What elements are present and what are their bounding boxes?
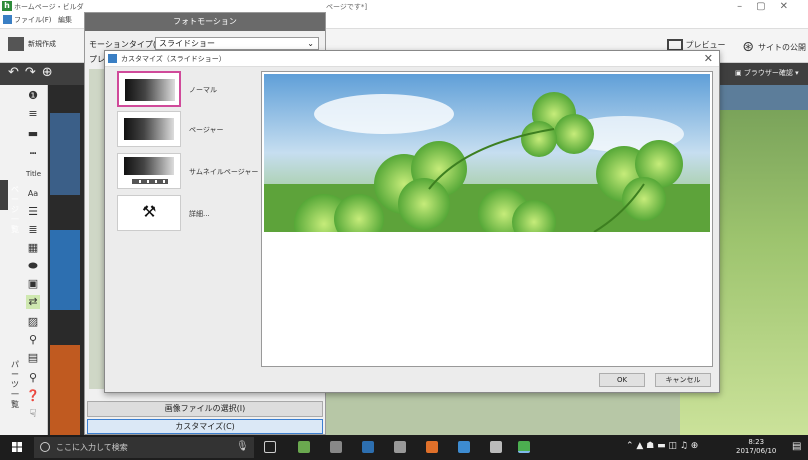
parts-list-label[interactable]: パーツ一覧 <box>9 360 21 410</box>
option-thumbnail-pager-label: サムネイルページャー <box>189 168 259 176</box>
wrench-icon: ⚒ <box>142 202 157 221</box>
app-title: ホームページ・ビルダ <box>14 3 84 11</box>
preview-strip <box>89 69 105 389</box>
browser-check-button[interactable]: ▣ ブラウザー確認 ▾ <box>735 68 799 78</box>
clock[interactable]: 8:23 2017/06/10 <box>736 438 776 456</box>
thumbnail[interactable] <box>50 230 80 310</box>
app-icon[interactable] <box>426 441 438 453</box>
preview-label: プレ <box>89 55 105 64</box>
chevron-down-icon: ⌄ <box>307 39 314 48</box>
thumbnail[interactable] <box>50 345 80 435</box>
option-normal[interactable]: ノーマル <box>117 71 253 111</box>
app-icon[interactable] <box>298 441 310 453</box>
homepage-builder-taskbar-icon[interactable] <box>518 441 530 453</box>
gallery-icon[interactable]: ▨ <box>26 315 40 329</box>
line-icon[interactable]: ┅ <box>26 147 40 161</box>
customize-button[interactable]: カスタマイズ(C) <box>87 419 323 434</box>
browser-check-label: ブラウザー確認 <box>743 69 793 77</box>
window-controls[interactable]: –▢✕ <box>737 1 802 12</box>
clock-time: 8:23 <box>748 438 765 446</box>
new-page-icon <box>8 37 24 51</box>
info-icon[interactable]: ❶ <box>26 89 40 103</box>
publish-button[interactable]: ⊛ サイトの公開 <box>742 39 806 55</box>
customize-dialog: カスタマイズ（スライドショー） ✕ ノーマル ページャー サムネイルページャー … <box>104 50 720 393</box>
option-details-label: 詳細... <box>189 210 210 218</box>
close-icon[interactable]: ✕ <box>704 52 713 65</box>
option-normal-label: ノーマル <box>189 86 217 94</box>
customize-preview <box>261 71 713 367</box>
menu-edit[interactable]: 編集 <box>58 15 72 25</box>
page-list-tab[interactable] <box>0 180 8 210</box>
page-thumbnails <box>48 85 84 435</box>
paragraph-icon[interactable]: ☰ <box>26 205 40 219</box>
link-icon[interactable]: ⚲ <box>26 333 40 347</box>
menu-file[interactable]: ファイル(F) <box>14 15 52 25</box>
option-pager-label: ページャー <box>189 126 224 134</box>
app-icon[interactable] <box>490 441 502 453</box>
task-view-icon[interactable] <box>264 441 276 453</box>
clock-date: 2017/06/10 <box>736 447 777 455</box>
thumbnail-pager-thumb <box>117 153 181 189</box>
thumbnail[interactable] <box>50 113 80 195</box>
map-icon[interactable]: ⚲ <box>26 371 40 385</box>
option-thumbnail-pager[interactable]: サムネイルページャー <box>117 153 258 193</box>
list-icon[interactable]: ≣ <box>26 223 40 237</box>
undo-redo-zoom-icons[interactable]: ↶↷⊕ <box>8 65 59 80</box>
title-icon[interactable]: Title <box>26 167 41 181</box>
taskbar-search-input[interactable]: ここに入力して検索 <box>34 437 254 458</box>
help-icon[interactable]: ❓ <box>26 389 40 403</box>
photo-motion-icon[interactable]: ⇄ <box>26 295 40 309</box>
image-icon[interactable]: ▣ <box>26 277 40 291</box>
normal-thumb <box>117 71 181 107</box>
page-list-label[interactable]: ページ一覧 <box>9 185 21 235</box>
menu-app-icon <box>3 15 12 24</box>
app-icon[interactable] <box>330 441 342 453</box>
taskbar: ここに入力して検索 🎙 ⌃ ▲ ☗ ▬ ◫ ♫ ⊕ 8:23 2017/06/1… <box>0 435 808 460</box>
left-sidebar: ページ一覧 パーツ一覧 ❶ ≡ ▬ ┅ Title Aa ☰ ≣ ▦ ⬬ ▣ ⇄… <box>0 85 48 435</box>
preview-button-label: プレビュー <box>685 40 726 50</box>
form-icon[interactable]: ▤ <box>26 351 40 365</box>
customize-title: カスタマイズ（スライドショー） <box>121 55 226 63</box>
document-title: ページです*] <box>326 3 368 11</box>
motion-type-select[interactable]: スライドショー ⌄ <box>155 37 319 50</box>
system-tray[interactable]: ⌃ ▲ ☗ ▬ ◫ ♫ ⊕ <box>626 441 698 451</box>
option-details[interactable]: ⚒ 詳細... <box>117 195 253 235</box>
heading-icon[interactable]: ≡ <box>26 107 40 121</box>
clover-photo <box>264 74 710 232</box>
app-icon[interactable] <box>394 441 406 453</box>
new-button-label: 新規作成 <box>28 40 56 48</box>
dialog-app-icon <box>108 54 117 63</box>
notification-icon[interactable]: ▤ <box>792 441 801 452</box>
text-icon[interactable]: Aa <box>26 187 40 201</box>
shape-icon[interactable]: ⬬ <box>26 259 40 273</box>
globe-icon: ⊛ <box>742 39 754 55</box>
cortana-icon <box>40 442 50 452</box>
app-icon[interactable] <box>362 441 374 453</box>
option-pager[interactable]: ページャー <box>117 111 253 151</box>
app-icon[interactable] <box>458 441 470 453</box>
photo-motion-title: フォトモーション <box>85 13 325 31</box>
pager-thumb <box>117 111 181 147</box>
windows-start-icon[interactable] <box>12 442 22 452</box>
microphone-icon[interactable]: 🎙 <box>236 441 249 452</box>
details-thumb: ⚒ <box>117 195 181 231</box>
table-icon[interactable]: ▦ <box>26 241 40 255</box>
cancel-button[interactable]: キャンセル <box>655 373 711 387</box>
customize-titlebar: カスタマイズ（スライドショー） ✕ <box>105 51 719 67</box>
ok-button[interactable]: OK <box>599 373 645 387</box>
new-button[interactable]: 新規作成 <box>8 37 56 51</box>
hand-icon[interactable]: ☟ <box>26 407 40 421</box>
select-image-file-button[interactable]: 画像ファイルの選択(I) <box>87 401 323 417</box>
text-block-icon[interactable]: ▬ <box>26 127 40 141</box>
app-logo-icon: h <box>2 1 12 11</box>
layout-option-list: ノーマル ページャー サムネイルページャー ⚒ 詳細... <box>117 71 258 241</box>
motion-type-value: スライドショー <box>159 39 215 48</box>
publish-button-label: サイトの公開 <box>758 42 806 52</box>
